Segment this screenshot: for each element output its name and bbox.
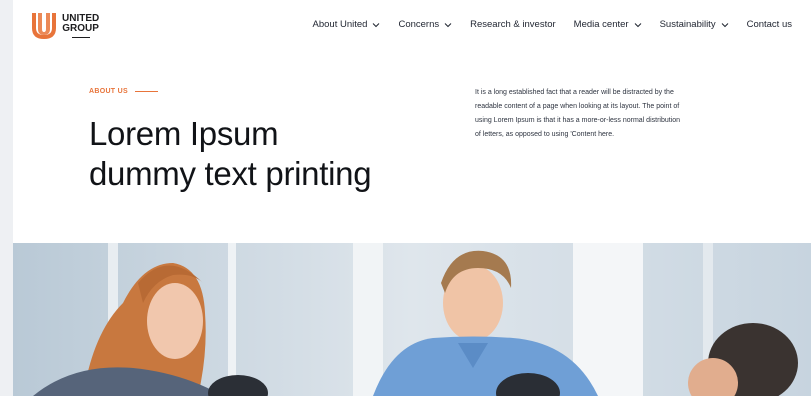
intro-paragraph: It is a long established fact that a rea… — [475, 89, 681, 138]
headline-line1: Lorem Ipsum — [89, 115, 279, 152]
nav-label: Concerns — [398, 19, 440, 30]
chevron-down-icon — [634, 22, 641, 27]
united-group-logo-icon — [32, 13, 56, 39]
section-eyebrow: ABOUT US — [89, 88, 158, 95]
chevron-down-icon — [721, 22, 728, 27]
nav-label: Research & investor — [470, 19, 556, 30]
nav-item-research-investor[interactable]: Research & investor — [470, 19, 556, 30]
nav-item-about-united[interactable]: About United — [313, 19, 381, 30]
eyebrow-rule — [134, 91, 158, 92]
chevron-down-icon — [444, 22, 452, 27]
page-headline: Lorem Ipsum dummy text printing — [89, 114, 372, 194]
headline-line2: dummy text printing — [89, 155, 372, 192]
brand-wordmark: UNITED GROUP — [62, 14, 99, 38]
nav-item-contact-us[interactable]: Contact us — [747, 19, 792, 30]
page: UNITED GROUP About United Concerns Resea… — [13, 0, 811, 396]
brand-logo[interactable]: UNITED GROUP — [30, 11, 120, 41]
team-photo — [13, 243, 811, 396]
brand-underline — [71, 37, 90, 38]
main-nav: About United Concerns Research & investo… — [295, 19, 792, 30]
eyebrow-label: ABOUT US — [89, 88, 128, 95]
team-photo-illustration — [13, 243, 811, 396]
nav-label: Media center — [573, 19, 629, 30]
nav-label: Sustainability — [659, 19, 716, 30]
brand-line2: GROUP — [62, 23, 99, 34]
chevron-down-icon — [373, 22, 380, 27]
nav-item-media-center[interactable]: Media center — [574, 19, 642, 30]
nav-item-concerns[interactable]: Concerns — [398, 19, 452, 30]
nav-item-sustainability[interactable]: Sustainability — [660, 19, 729, 30]
nav-label: About United — [312, 19, 368, 30]
nav-label: Contact us — [746, 19, 792, 30]
